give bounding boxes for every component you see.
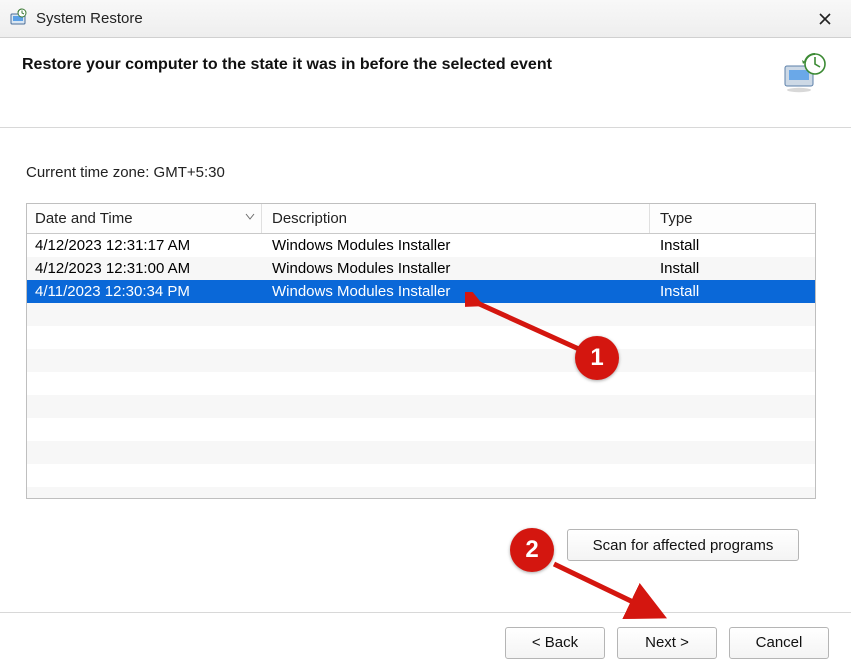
timezone-label: Current time zone: GMT+5:30 xyxy=(26,164,825,181)
column-header-datetime[interactable]: Date and Time xyxy=(27,204,262,233)
sort-indicator-icon xyxy=(245,208,255,225)
cell-type: Install xyxy=(650,236,815,255)
app-icon xyxy=(8,7,28,31)
annotation-badge-2: 2 xyxy=(510,528,554,572)
window-title: System Restore xyxy=(36,10,807,27)
scan-row: Scan for affected programs xyxy=(26,529,825,561)
table-row[interactable]: 4/11/2023 12:30:34 PM Windows Modules In… xyxy=(27,280,815,303)
table-row[interactable]: 4/12/2023 12:31:00 AM Windows Modules In… xyxy=(27,257,815,280)
cell-description: Windows Modules Installer xyxy=(262,259,650,278)
cell-datetime: 4/12/2023 12:31:17 AM xyxy=(27,236,262,255)
close-icon xyxy=(818,12,832,26)
column-header-description-label: Description xyxy=(272,210,347,227)
grid-header: Date and Time Description Type xyxy=(27,204,815,234)
cell-datetime: 4/12/2023 12:31:00 AM xyxy=(27,259,262,278)
cell-description: Windows Modules Installer xyxy=(262,282,650,301)
wizard-header: Restore your computer to the state it wa… xyxy=(0,38,851,128)
grid-body: 4/12/2023 12:31:17 AM Windows Modules In… xyxy=(27,234,815,498)
column-header-type[interactable]: Type xyxy=(650,204,815,233)
wizard-footer: < Back Next > Cancel xyxy=(0,612,851,672)
cell-datetime: 4/11/2023 12:30:34 PM xyxy=(27,282,262,301)
column-header-type-label: Type xyxy=(660,210,693,227)
column-header-datetime-label: Date and Time xyxy=(35,210,133,227)
page-heading: Restore your computer to the state it wa… xyxy=(22,56,552,74)
content-area: Current time zone: GMT+5:30 Date and Tim… xyxy=(0,128,851,577)
restore-points-grid[interactable]: Date and Time Description Type 4/12/2023… xyxy=(26,203,816,499)
cell-type: Install xyxy=(650,259,815,278)
title-bar: System Restore xyxy=(0,0,851,38)
column-header-description[interactable]: Description xyxy=(262,204,650,233)
restore-wizard-icon xyxy=(781,50,829,99)
scan-affected-button[interactable]: Scan for affected programs xyxy=(567,529,799,561)
back-button[interactable]: < Back xyxy=(505,627,605,659)
annotation-badge-1: 1 xyxy=(575,336,619,380)
cancel-button[interactable]: Cancel xyxy=(729,627,829,659)
cell-description: Windows Modules Installer xyxy=(262,236,650,255)
close-button[interactable] xyxy=(807,5,843,33)
cell-type: Install xyxy=(650,282,815,301)
table-row[interactable]: 4/12/2023 12:31:17 AM Windows Modules In… xyxy=(27,234,815,257)
next-button[interactable]: Next > xyxy=(617,627,717,659)
